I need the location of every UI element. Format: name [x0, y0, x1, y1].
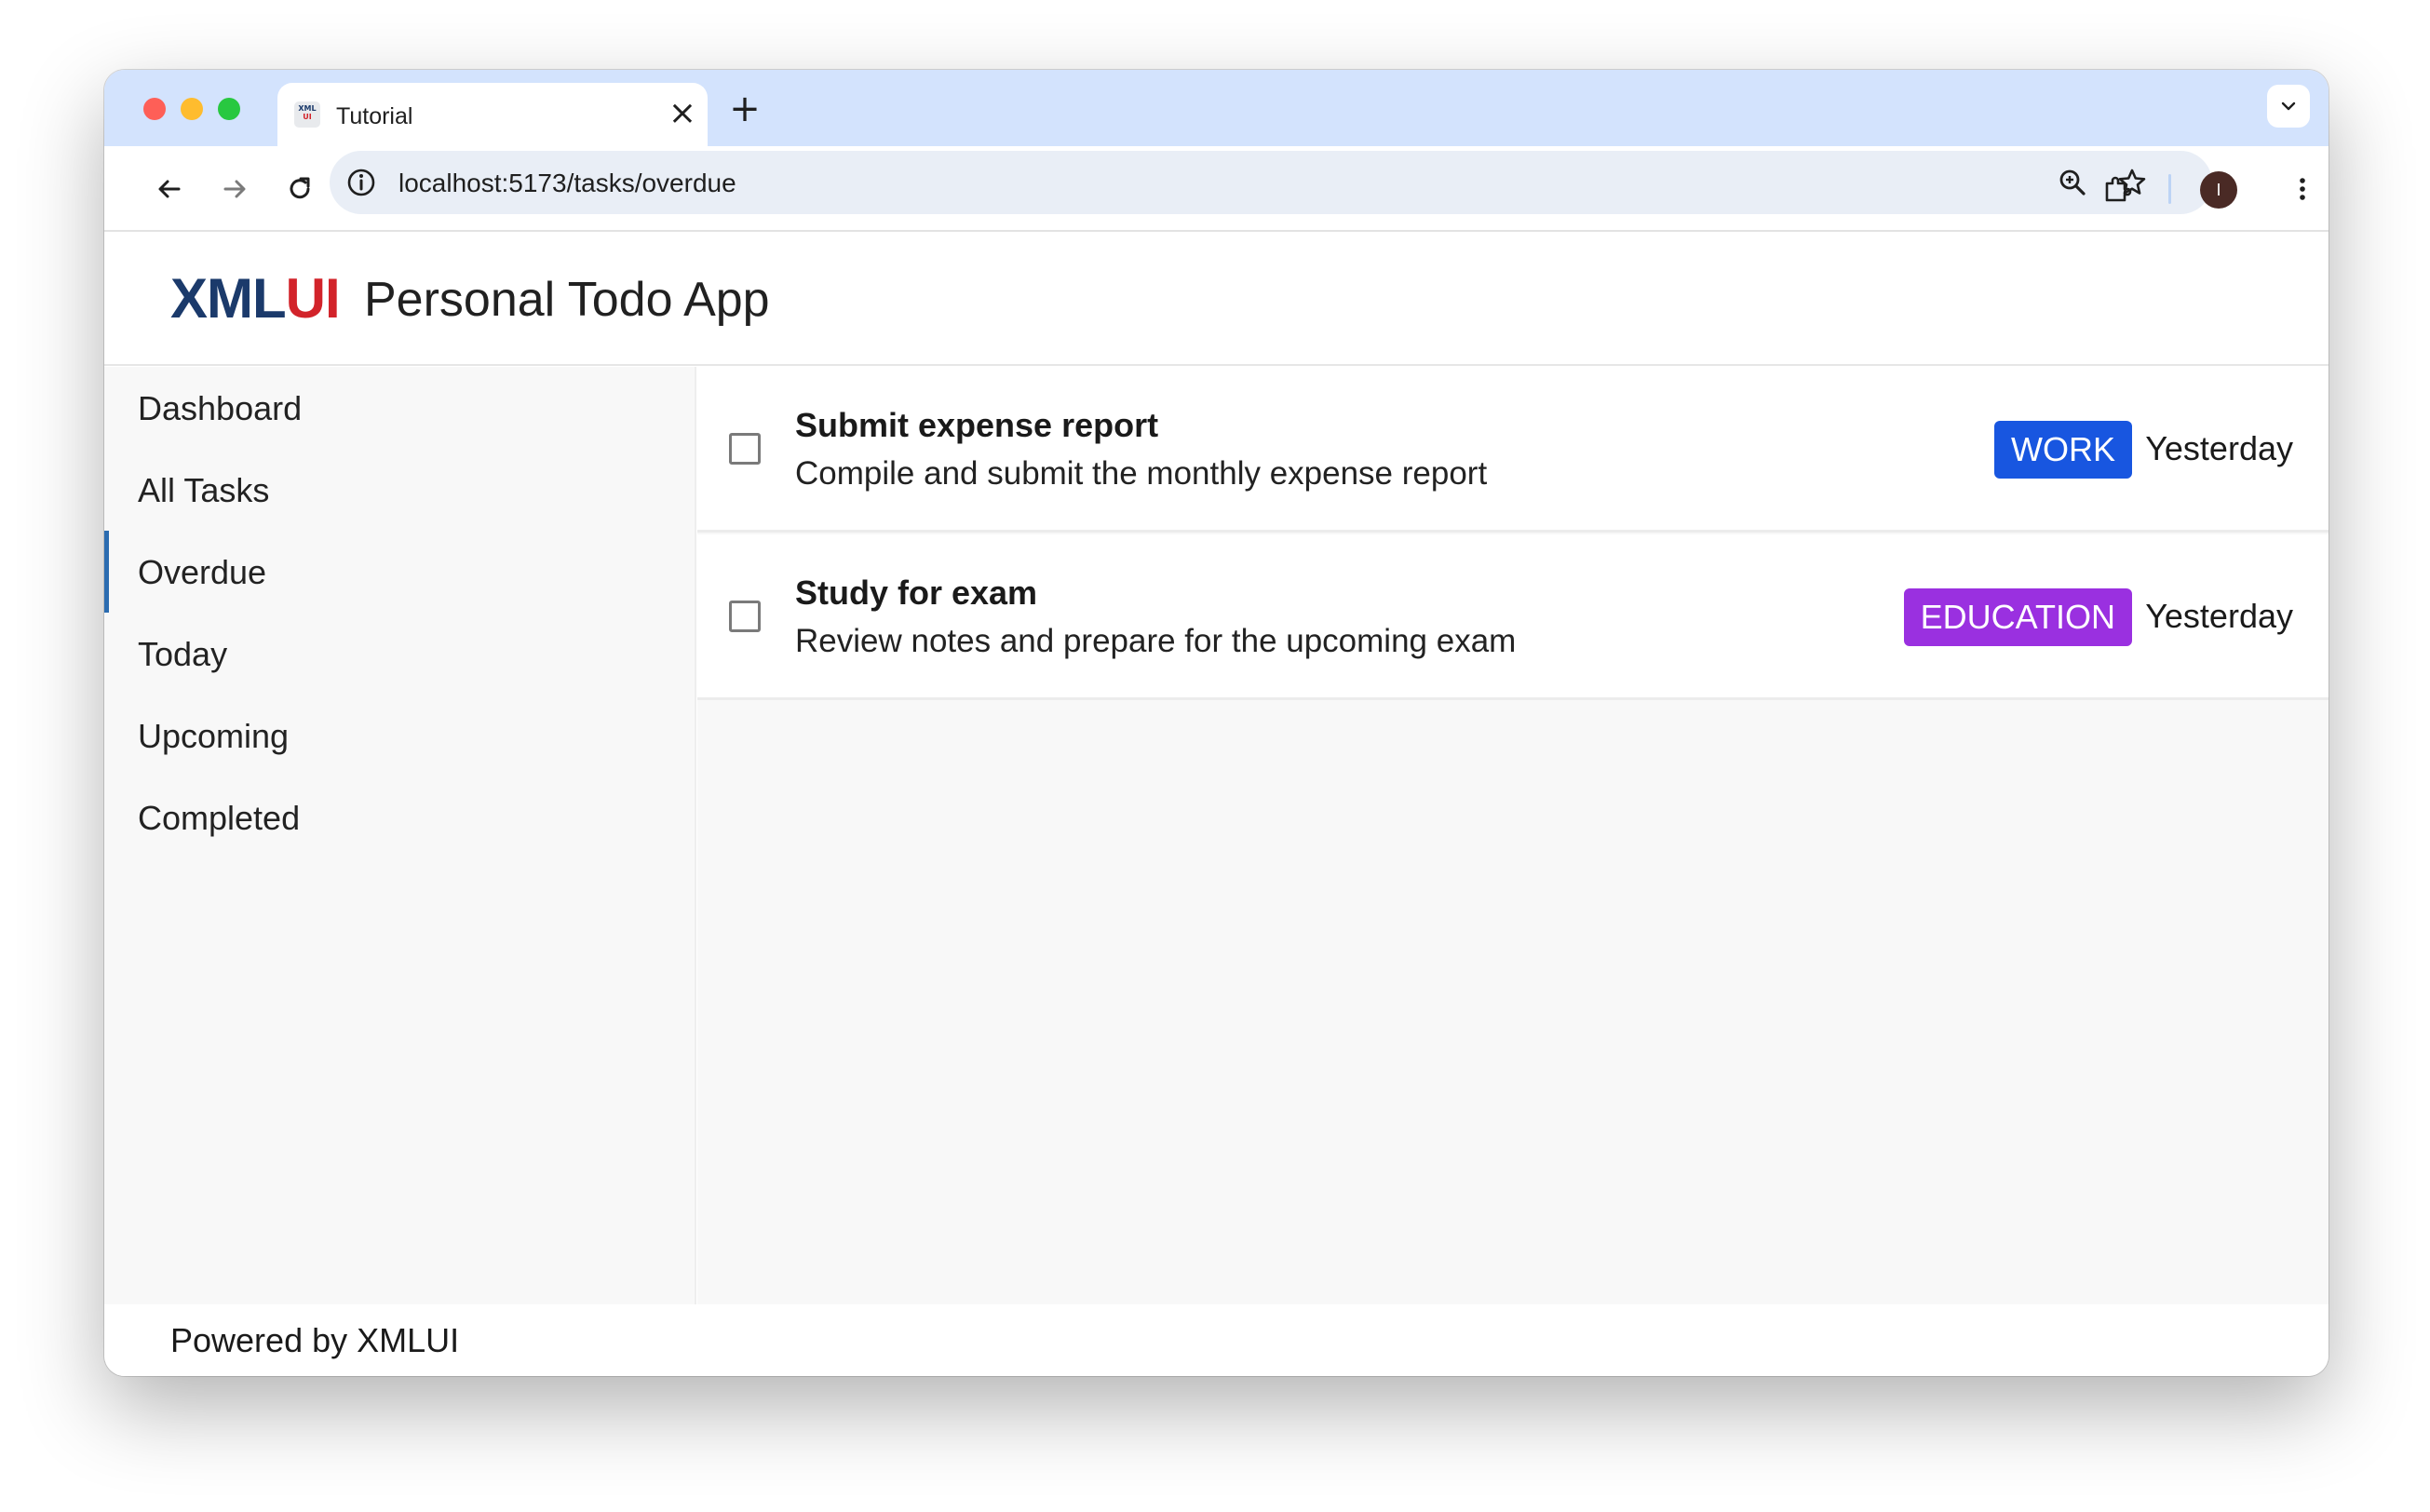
tab-strip: XML UI Tutorial × + [104, 70, 2329, 146]
due-date: Yesterday [2145, 429, 2293, 467]
forward-button[interactable] [210, 165, 259, 213]
task-title: Submit expense report [795, 406, 1159, 444]
task-row: Study for exam Review notes and prepare … [697, 534, 2329, 700]
plus-icon[interactable]: + [724, 88, 765, 129]
task-row: Submit expense report Compile and submit… [697, 367, 2329, 533]
site-info-icon[interactable] [344, 166, 378, 199]
sidebar-item-overdue[interactable]: Overdue [104, 531, 696, 613]
forward-arrow-icon [223, 180, 246, 198]
task-list: Submit expense report Compile and submit… [697, 367, 2329, 1304]
task-title: Study for exam [795, 574, 1038, 612]
sidebar-item-all-tasks[interactable]: All Tasks [104, 449, 696, 531]
app-footer: Powered by XMLUI [104, 1304, 2329, 1376]
reload-button[interactable] [276, 165, 324, 213]
toolbar-divider [2168, 174, 2171, 204]
app-title: Personal Todo App [364, 273, 770, 327]
tab-search-button[interactable] [2267, 85, 2310, 128]
xmlui-logo[interactable]: XMLUI [170, 266, 341, 331]
task-description: Compile and submit the monthly expense r… [795, 455, 1488, 492]
tab-title: Tutorial [336, 103, 413, 129]
url-text[interactable]: localhost:5173/tasks/overdue [398, 169, 736, 198]
due-date: Yesterday [2145, 597, 2293, 635]
avatar[interactable]: I [2200, 171, 2237, 209]
task-checkbox[interactable] [729, 433, 761, 465]
browser-window: XML UI Tutorial × + localhost:5173/tasks… [104, 70, 2329, 1376]
xmlui-favicon-icon: XML UI [294, 101, 320, 128]
category-badge: WORK [1994, 421, 2132, 479]
extensions-icon[interactable] [2097, 169, 2138, 209]
sidebar-item-label: Dashboard [138, 389, 303, 427]
close-window-button[interactable] [143, 98, 166, 120]
back-arrow-icon [158, 180, 181, 198]
sidebar-nav: Dashboard All Tasks Overdue Today Upcomi… [104, 367, 696, 1304]
address-bar[interactable]: localhost:5173/tasks/overdue [330, 151, 2212, 214]
browser-tab[interactable]: XML UI Tutorial × [277, 83, 708, 146]
category-badge: EDUCATION [1903, 588, 2132, 646]
chevron-down-icon [2281, 101, 2296, 111]
sidebar-item-label: Today [138, 635, 228, 673]
more-vertical-icon[interactable] [2282, 169, 2323, 209]
sidebar-item-label: Completed [138, 799, 301, 837]
sidebar-item-completed[interactable]: Completed [104, 776, 696, 858]
zoom-icon[interactable] [2054, 164, 2091, 201]
sidebar-item-label: Upcoming [138, 717, 290, 755]
sidebar-item-today[interactable]: Today [104, 613, 696, 695]
task-description: Review notes and prepare for the upcomin… [795, 623, 1517, 659]
minimize-window-button[interactable] [181, 98, 203, 120]
back-button[interactable] [145, 165, 194, 213]
footer-text: Powered by XMLUI [170, 1321, 460, 1359]
sidebar-item-label: All Tasks [138, 471, 270, 509]
sidebar-item-dashboard[interactable]: Dashboard [104, 367, 696, 449]
sidebar-item-upcoming[interactable]: Upcoming [104, 695, 696, 776]
reload-icon [290, 177, 310, 199]
maximize-window-button[interactable] [218, 98, 240, 120]
sidebar-item-label: Overdue [138, 553, 267, 591]
close-icon[interactable]: × [665, 96, 700, 131]
task-checkbox[interactable] [729, 601, 761, 632]
app-header: XMLUI Personal Todo App [104, 233, 2329, 366]
